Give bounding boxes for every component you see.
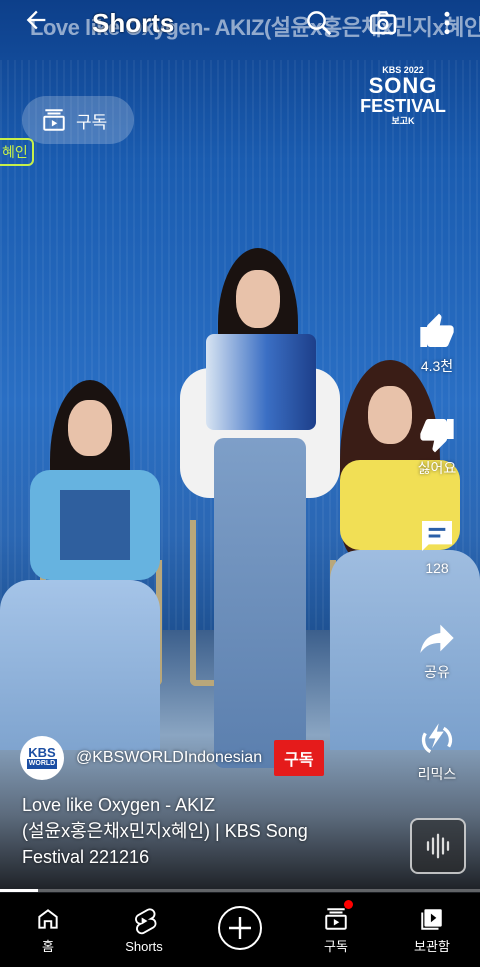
camera-button[interactable] bbox=[368, 8, 398, 38]
avatar-text-world: WORLD bbox=[26, 759, 58, 769]
remix-label: 리믹스 bbox=[417, 766, 457, 782]
share-label: 공유 bbox=[424, 664, 450, 680]
nav-create[interactable] bbox=[192, 893, 288, 967]
notification-dot bbox=[344, 900, 353, 909]
dislike-button[interactable]: 싫어요 bbox=[404, 414, 470, 478]
video-title[interactable]: Love like Oxygen - AKIZ (설윤x홍은채x민지x혜인) |… bbox=[22, 792, 402, 870]
performer-left bbox=[0, 380, 190, 750]
progress-bar[interactable] bbox=[0, 889, 480, 892]
channel-avatar[interactable]: KBS WORLD bbox=[20, 736, 64, 780]
logo-song: SONG bbox=[368, 73, 438, 98]
create-plus-icon bbox=[218, 906, 262, 950]
top-bar: Love like Oxygen- AKIZ(설윤x홍은채x민지x혜인) Sho… bbox=[0, 0, 480, 48]
nav-subscriptions[interactable]: 구독 bbox=[288, 893, 384, 967]
share-icon bbox=[420, 624, 454, 653]
remix-icon bbox=[421, 723, 453, 754]
channel-row: KBS WORLD @KBSWORLDIndonesian 구독 bbox=[20, 736, 324, 780]
sound-button[interactable] bbox=[410, 818, 466, 874]
logo-festival: FESTIVAL bbox=[360, 96, 446, 116]
comment-count: 128 bbox=[425, 560, 449, 576]
library-icon bbox=[421, 908, 442, 930]
video-title-line: (설윤x홍은채x민지x혜인) | KBS Song bbox=[22, 821, 308, 841]
back-button[interactable] bbox=[22, 6, 52, 38]
nav-shorts-label: Shorts bbox=[125, 938, 163, 954]
search-button[interactable] bbox=[304, 8, 334, 38]
avatar-text-kbs: KBS bbox=[28, 745, 56, 760]
nav-shorts[interactable]: Shorts bbox=[96, 893, 192, 967]
like-count: 4.3천 bbox=[420, 358, 454, 374]
page-title: Shorts bbox=[92, 8, 175, 38]
home-icon bbox=[38, 908, 58, 929]
like-button[interactable]: 4.3천 bbox=[404, 312, 470, 376]
dislike-label: 싫어요 bbox=[417, 460, 457, 476]
nav-home[interactable]: 홈 bbox=[0, 893, 96, 967]
nav-library[interactable]: 보관함 bbox=[384, 893, 480, 967]
more-button[interactable] bbox=[432, 8, 462, 38]
song-festival-logo: KBS 2022 SONG FESTIVAL 보고K bbox=[358, 66, 448, 126]
camera-icon bbox=[369, 11, 397, 35]
subscriptions-pill[interactable]: 구독 bbox=[22, 96, 134, 144]
progress-fill bbox=[0, 889, 39, 892]
more-vert-icon bbox=[444, 11, 450, 35]
video-title-line: Love like Oxygen - AKIZ bbox=[22, 795, 216, 815]
video-title-line: Festival 221216 bbox=[22, 847, 150, 867]
subscriptions-pill-label: 구독 bbox=[76, 112, 108, 132]
subscriptions-icon bbox=[325, 907, 347, 930]
search-icon bbox=[307, 11, 332, 36]
subscribe-button[interactable]: 구독 bbox=[274, 740, 324, 776]
comments-button[interactable]: 128 bbox=[404, 516, 470, 576]
logo-sub: 보고K bbox=[391, 116, 415, 126]
name-tag: 혜인 bbox=[0, 138, 34, 166]
remix-button[interactable]: 리믹스 bbox=[404, 720, 470, 784]
thumb-down-icon bbox=[420, 419, 454, 453]
performer-center bbox=[180, 248, 340, 768]
subscriptions-icon bbox=[43, 109, 65, 131]
channel-handle[interactable]: @KBSWORLDIndonesian bbox=[76, 749, 262, 767]
nav-home-label: 홈 bbox=[42, 938, 54, 954]
nav-subscriptions-label: 구독 bbox=[324, 938, 348, 954]
share-button[interactable]: 공유 bbox=[404, 618, 470, 682]
sound-wave-icon bbox=[426, 833, 450, 859]
back-arrow-icon bbox=[26, 10, 46, 30]
comment-icon bbox=[422, 521, 452, 551]
bottom-nav: 홈 Shorts 구독 보관함 bbox=[0, 893, 480, 967]
thumb-up-icon bbox=[420, 313, 454, 347]
nav-library-label: 보관함 bbox=[414, 938, 450, 954]
shorts-icon bbox=[135, 907, 157, 934]
